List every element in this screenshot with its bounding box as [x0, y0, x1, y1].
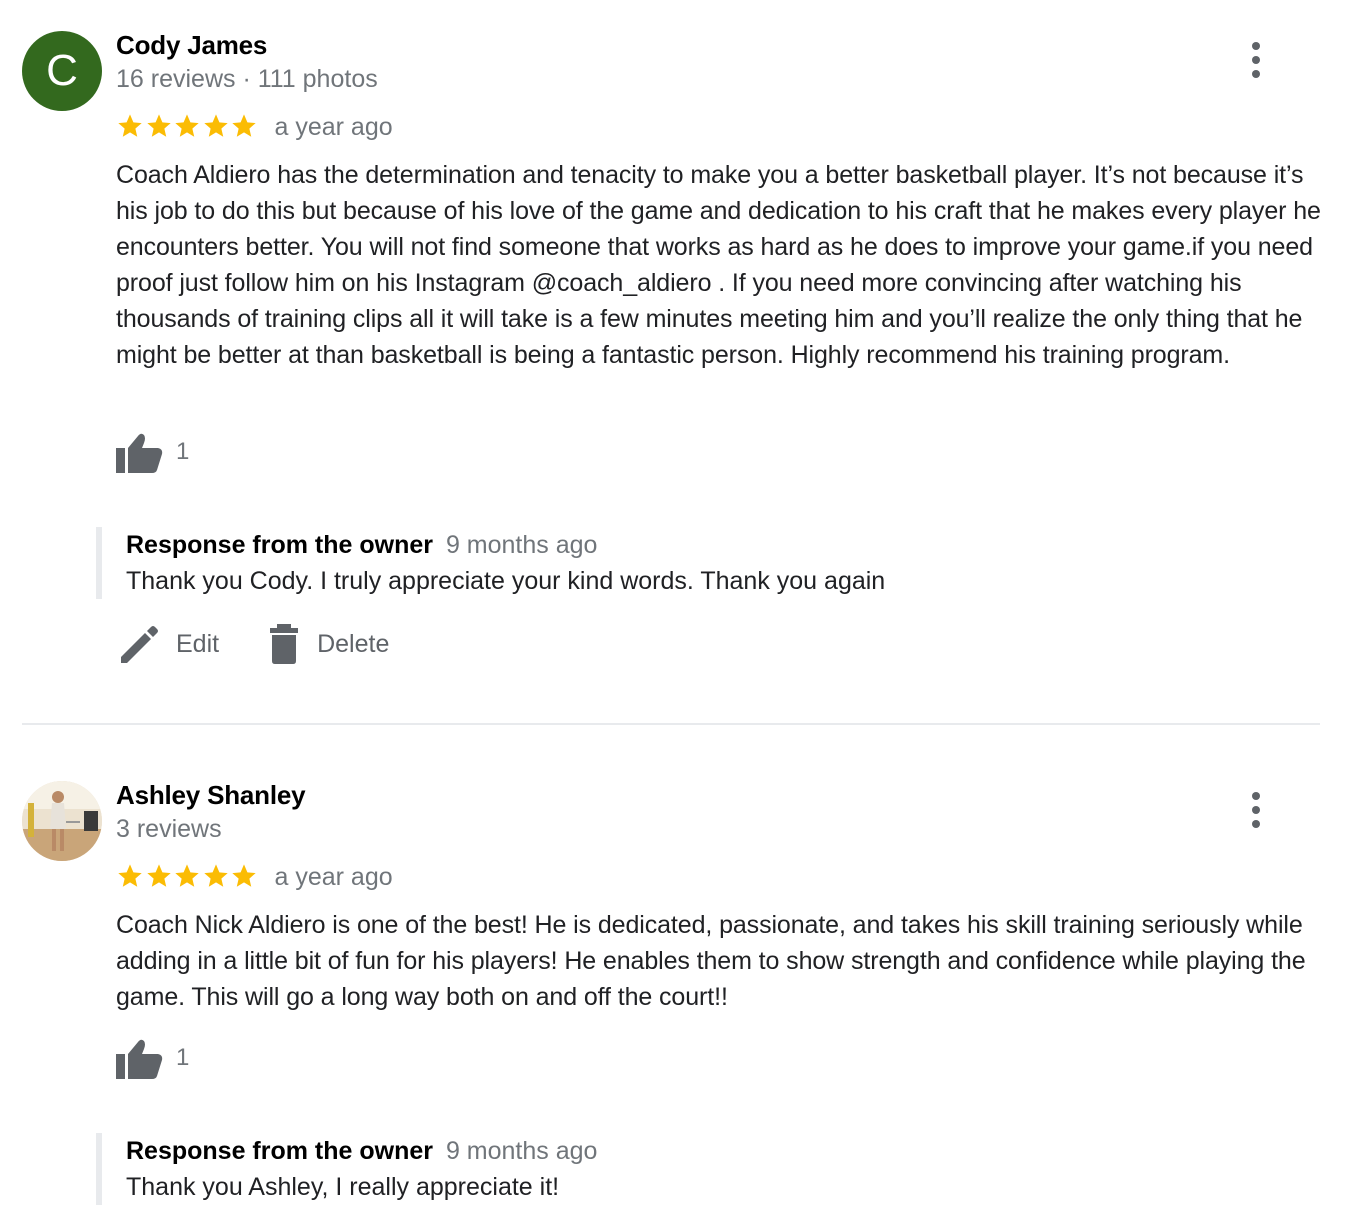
star-icon	[203, 864, 228, 887]
thumb-up-icon	[116, 433, 163, 473]
response-actions: Edit Delete	[118, 622, 389, 666]
star-icon	[146, 114, 171, 137]
rating-row: a year ago	[116, 860, 393, 892]
response-label: Response from the owner	[126, 1137, 433, 1165]
reviewer-name[interactable]: Cody James	[116, 30, 267, 61]
response-label: Response from the owner	[126, 531, 433, 559]
edit-pencil-icon	[121, 626, 158, 663]
review-time: a year ago	[274, 112, 393, 141]
more-vert-icon[interactable]	[1240, 790, 1272, 830]
response-text: Thank you Ashley, I really appreciate it…	[126, 1173, 560, 1201]
like-count: 1	[176, 1044, 190, 1071]
star-icon	[203, 114, 228, 137]
owner-response: Response from the owner 9 months ago Tha…	[96, 527, 1326, 599]
star-icon	[232, 864, 256, 887]
star-icon	[175, 864, 199, 887]
edit-label: Edit	[176, 629, 220, 658]
review-time: a year ago	[274, 862, 393, 891]
reviewer-meta: 16 reviews · 111 photos	[116, 65, 378, 93]
response-time: 9 months ago	[445, 1137, 598, 1165]
edit-button[interactable]: Edit	[118, 622, 219, 666]
more-vert-icon[interactable]	[1240, 40, 1272, 80]
star-icon	[232, 114, 256, 137]
star-icon	[146, 864, 171, 887]
review-divider	[22, 723, 1320, 725]
like-count: 1	[176, 438, 190, 465]
like-button[interactable]: 1	[116, 430, 189, 474]
star-rating	[116, 862, 259, 890]
review-text: Coach Aldiero has the determination and …	[116, 161, 1321, 369]
avatar[interactable]	[22, 781, 102, 861]
star-rating	[116, 112, 259, 140]
star-icon	[118, 864, 142, 887]
response-time: 9 months ago	[445, 531, 598, 559]
avatar[interactable]: C	[22, 31, 102, 111]
reviewer-name[interactable]: Ashley Shanley	[116, 780, 306, 811]
like-button[interactable]: 1	[116, 1036, 189, 1080]
delete-button[interactable]: Delete	[267, 622, 389, 666]
reviewer-meta: 3 reviews	[116, 815, 222, 843]
rating-row: a year ago	[116, 110, 393, 142]
delete-trash-icon	[270, 624, 299, 664]
delete-label: Delete	[317, 629, 390, 658]
owner-response: Response from the owner 9 months ago Tha…	[96, 1133, 1326, 1205]
star-icon	[175, 114, 199, 137]
thumb-up-icon	[116, 1039, 163, 1079]
response-text: Thank you Cody. I truly appreciate your …	[126, 567, 886, 595]
star-icon	[118, 114, 142, 137]
review-text: Coach Nick Aldiero is one of the best! H…	[116, 911, 1306, 1011]
